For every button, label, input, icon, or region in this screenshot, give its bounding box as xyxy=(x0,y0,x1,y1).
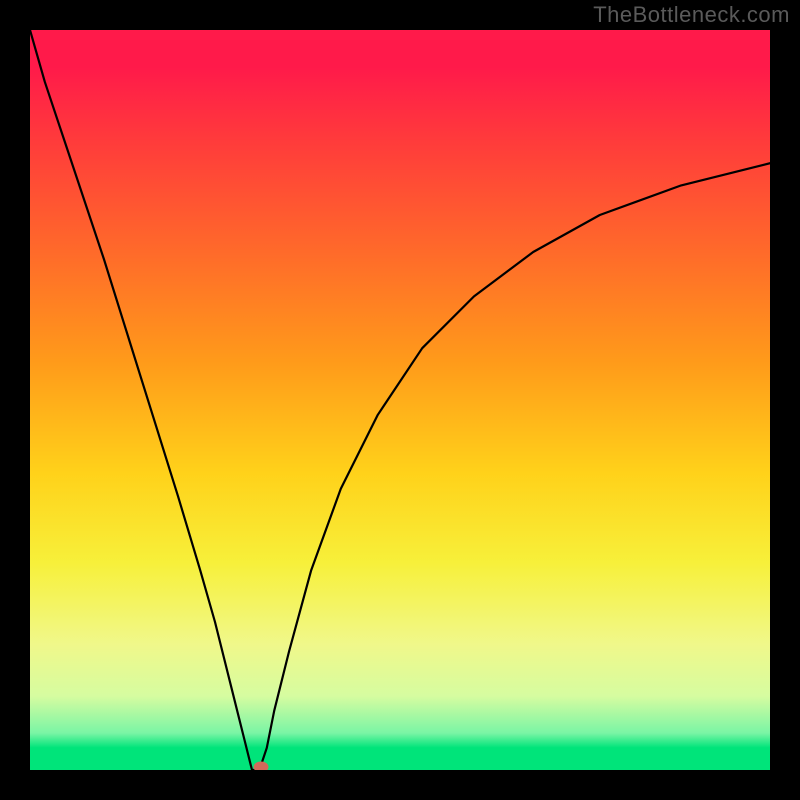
watermark-text: TheBottleneck.com xyxy=(593,2,790,28)
plot-area xyxy=(30,30,770,770)
bottleneck-curve xyxy=(30,30,770,770)
chart-frame: TheBottleneck.com xyxy=(0,0,800,800)
minimum-marker-icon xyxy=(253,762,268,771)
